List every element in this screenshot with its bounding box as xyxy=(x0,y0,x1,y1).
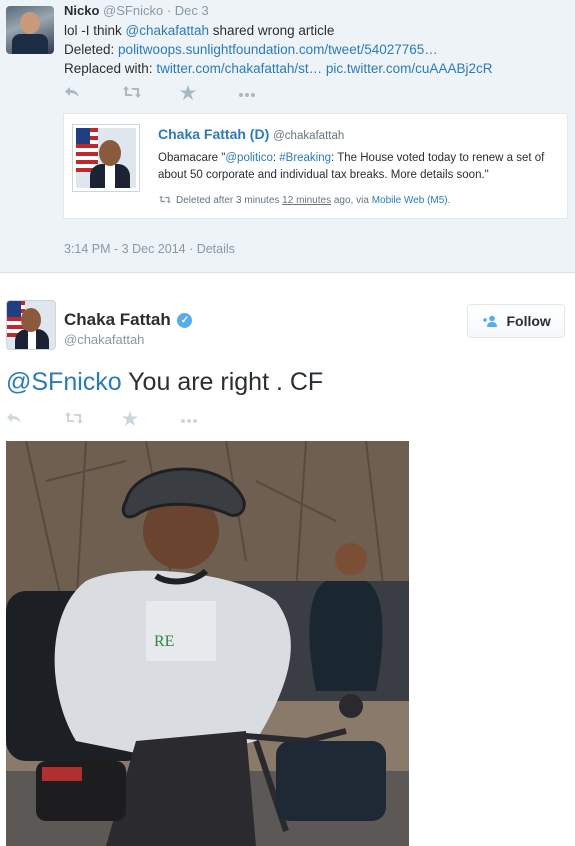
reply-icon[interactable] xyxy=(64,85,122,104)
quote-author-name[interactable]: Chaka Fattah (D) xyxy=(158,126,269,142)
follow-button[interactable]: Follow xyxy=(467,304,565,338)
reply-author-name[interactable]: Nicko xyxy=(64,3,99,18)
face xyxy=(99,140,121,166)
quote-meta: Deleted after 3 minutes 12 minutes ago, … xyxy=(158,195,450,206)
more-icon[interactable] xyxy=(238,85,296,104)
text: lol -I think xyxy=(64,23,126,38)
retweet-icon[interactable] xyxy=(122,85,180,104)
mention-link[interactable]: @SFnicko xyxy=(6,368,122,396)
main-author-handle[interactable]: @chakafattah xyxy=(64,332,144,347)
separator: · xyxy=(166,3,172,18)
main-author-name-row: Chaka Fattah ✓ xyxy=(64,310,193,330)
text: You are right . CF xyxy=(121,368,324,396)
star-icon[interactable] xyxy=(180,85,238,104)
shirt xyxy=(28,329,36,349)
reply-date[interactable]: Dec 3 xyxy=(175,3,209,18)
add-person-icon xyxy=(481,315,500,329)
retweet-small-icon xyxy=(159,195,171,204)
reply-header: Nicko @SFnicko · Dec 3 xyxy=(64,3,209,18)
quoted-deleted-tweet[interactable]: Chaka Fattah (D) @chakafattah Obamacare … xyxy=(63,113,568,219)
retweet-icon[interactable] xyxy=(64,411,122,430)
main-tweet-text: @SFnicko You are right . CF xyxy=(6,368,323,397)
quote-author-handle[interactable]: @chakafattah xyxy=(273,130,344,142)
quote-header: Chaka Fattah (D) @chakafattah xyxy=(158,126,344,142)
main-actions xyxy=(6,411,238,430)
text: Deleted after 3 minutes xyxy=(176,195,283,206)
text: shared wrong article xyxy=(209,23,335,38)
reply-line-2: Deleted: politwoops.sunlightfoundation.c… xyxy=(64,40,564,59)
reply-text: lol -I think @chakafattah shared wrong a… xyxy=(64,21,564,78)
reply-tweet: Nicko @SFnicko · Dec 3 lol -I think @cha… xyxy=(0,0,575,273)
text: ago, via xyxy=(331,195,372,206)
portrait-image xyxy=(76,128,136,188)
reply-author-handle[interactable]: @SFnicko xyxy=(103,3,163,18)
more-icon[interactable] xyxy=(180,411,238,430)
pic-link[interactable]: pic.twitter.com/cuAAABj2cR xyxy=(326,61,493,76)
verified-badge-icon: ✓ xyxy=(177,313,193,328)
mention-link[interactable]: @chakafattah xyxy=(126,23,210,38)
via-link[interactable]: Mobile Web (M5) xyxy=(372,195,448,206)
reply-line-3: Replaced with: twitter.com/chakafattah/s… xyxy=(64,59,564,78)
cyclist-photo-illustration: RE xyxy=(6,441,409,846)
hashtag-link[interactable]: #Breaking xyxy=(279,152,331,164)
deleted-link[interactable]: politwoops.sunlightfoundation.com/tweet/… xyxy=(118,42,438,57)
svg-text:RE: RE xyxy=(154,633,174,650)
text: Replaced with: xyxy=(64,61,157,76)
text: Obamacare " xyxy=(158,152,226,164)
avatar-face xyxy=(20,12,40,34)
tweet-photo[interactable]: RE xyxy=(6,441,409,846)
star-icon[interactable] xyxy=(122,411,180,430)
reply-actions xyxy=(64,85,296,104)
face xyxy=(21,308,41,332)
main-author-name[interactable]: Chaka Fattah xyxy=(64,310,171,329)
reply-line-1: lol -I think @chakafattah shared wrong a… xyxy=(64,21,564,40)
time-ago-link[interactable]: 12 minutes xyxy=(282,195,331,206)
avatar-body xyxy=(12,34,48,54)
mention-link[interactable]: @politico xyxy=(225,152,272,164)
fattah-portrait xyxy=(72,124,140,192)
reply-timestamp[interactable]: 3:14 PM - 3 Dec 2014 · Details xyxy=(64,242,235,256)
reply-icon[interactable] xyxy=(6,411,64,430)
follow-label: Follow xyxy=(506,313,551,329)
shirt xyxy=(105,164,115,188)
fattah-avatar[interactable] xyxy=(6,300,56,350)
quote-text: Obamacare "@politico: #Breaking: The Hou… xyxy=(158,150,558,184)
text: Deleted: xyxy=(64,42,119,57)
text: . xyxy=(447,195,451,206)
nicko-avatar[interactable] xyxy=(6,6,54,54)
replaced-link[interactable]: twitter.com/chakafattah/st… xyxy=(156,61,322,76)
